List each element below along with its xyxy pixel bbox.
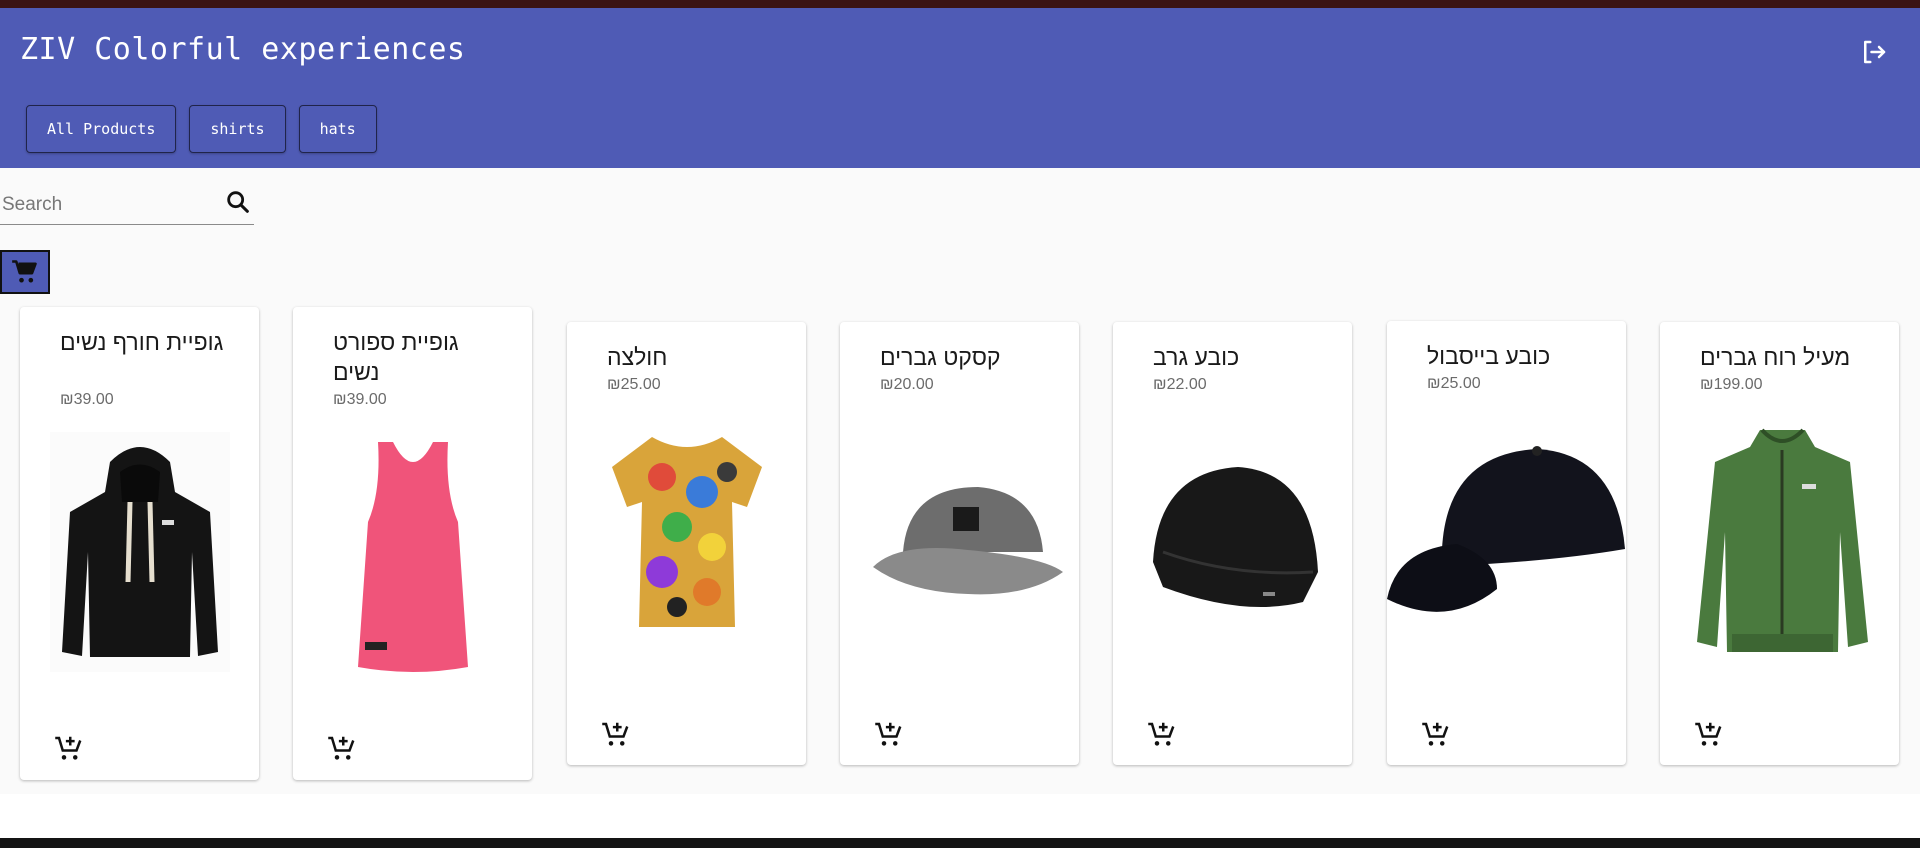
- product-name: מעיל רוח גברים: [1700, 344, 1851, 370]
- nav-all-products-button[interactable]: All Products: [26, 105, 177, 153]
- product-price: ₪22.00: [1153, 376, 1207, 393]
- product-name: חולצה: [607, 344, 668, 370]
- window-top-strip: [0, 0, 1920, 8]
- search-button[interactable]: [224, 188, 254, 218]
- add-to-cart-button[interactable]: [1147, 719, 1179, 751]
- nav-shirts-button[interactable]: shirts: [189, 105, 286, 153]
- product-image-cartoon-print-tshirt: [612, 437, 762, 627]
- cart-button[interactable]: [0, 250, 50, 294]
- add-shopping-cart-icon: [328, 736, 355, 760]
- product-image-black-hoodie: [50, 432, 230, 672]
- add-shopping-cart-icon: [602, 722, 629, 746]
- add-to-cart-button[interactable]: [601, 719, 633, 751]
- add-shopping-cart-icon: [1148, 722, 1175, 746]
- product-card: חולצה ₪25.00: [567, 322, 806, 765]
- product-price: ₪20.00: [880, 376, 934, 393]
- add-to-cart-button[interactable]: [1421, 719, 1453, 751]
- product-card: כובע גרב ₪22.00: [1113, 322, 1352, 765]
- add-to-cart-button[interactable]: [54, 733, 86, 765]
- product-price: ₪25.00: [1427, 375, 1481, 392]
- app-header: ZIV Colorful experiences All Products sh…: [0, 8, 1920, 168]
- product-card: גופיית ספורט נשים ₪39.00: [293, 307, 532, 780]
- logout-button[interactable]: [1856, 34, 1892, 70]
- add-shopping-cart-icon: [1695, 722, 1722, 746]
- nav-hats-button[interactable]: hats: [298, 105, 377, 153]
- product-card: מעיל רוח גברים ₪199.00: [1660, 322, 1899, 765]
- product-price: ₪39.00: [333, 391, 387, 408]
- add-to-cart-button[interactable]: [874, 719, 906, 751]
- product-image-green-jacket: [1697, 428, 1868, 652]
- search-icon: [227, 191, 249, 213]
- add-shopping-cart-icon: [55, 736, 82, 760]
- product-price: ₪25.00: [607, 376, 661, 393]
- add-to-cart-button[interactable]: [327, 733, 359, 765]
- product-name: קסקט גברים: [880, 344, 1001, 370]
- product-name: גופיית ספורט נשים: [333, 329, 459, 385]
- product-name: כובע בייסבול: [1427, 343, 1551, 369]
- product-card: גופיית חורף נשים ₪39.00: [20, 307, 259, 780]
- category-nav: All Products shirts hats: [26, 105, 377, 153]
- product-card: כובע בייסבול ₪25.00: [1387, 321, 1626, 765]
- product-card: קסקט גברים ₪20.00: [840, 322, 1079, 765]
- product-image-black-baseball-cap: [1387, 446, 1625, 612]
- search-input[interactable]: [0, 192, 214, 218]
- product-name: כובע גרב: [1153, 344, 1240, 370]
- logout-icon: [1864, 40, 1886, 64]
- add-shopping-cart-icon: [875, 722, 902, 746]
- product-image-pink-tank-top: [358, 442, 468, 672]
- shopping-cart-icon: [12, 260, 37, 283]
- product-price: ₪39.00: [60, 391, 114, 408]
- search-bar: [0, 182, 254, 225]
- product-name: גופיית חורף נשים: [60, 329, 224, 355]
- window-bottom-strip: [0, 838, 1920, 848]
- product-price: ₪199.00: [1700, 376, 1763, 393]
- add-to-cart-button[interactable]: [1694, 719, 1726, 751]
- main-content: גופיית חורף נשים ₪39.00 גופיית ספורט נשי…: [0, 168, 1920, 794]
- product-image-grey-cap: [873, 487, 1063, 595]
- app-title: ZIV Colorful experiences: [20, 32, 466, 67]
- product-image-black-beanie: [1153, 467, 1318, 607]
- add-shopping-cart-icon: [1422, 722, 1449, 746]
